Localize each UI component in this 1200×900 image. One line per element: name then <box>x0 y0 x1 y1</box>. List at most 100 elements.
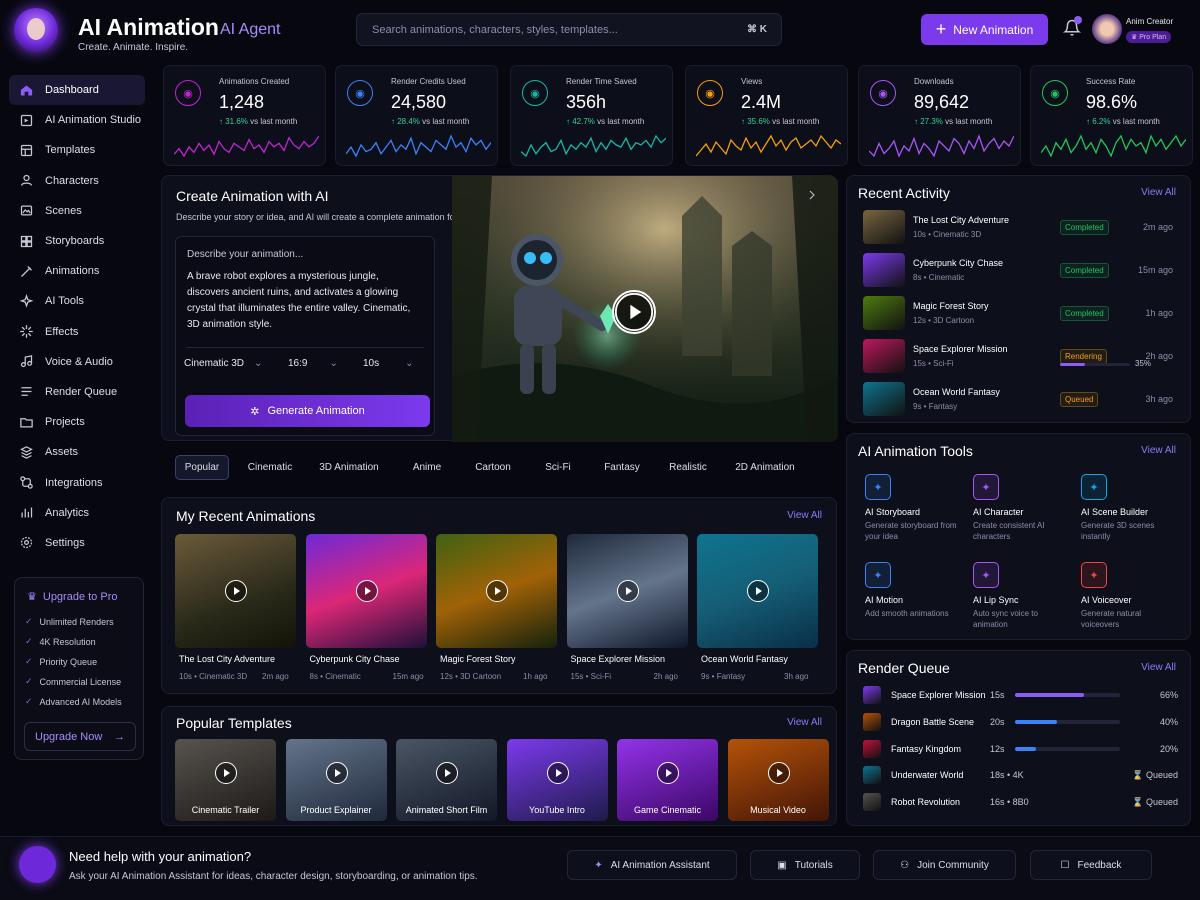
animation-title[interactable]: Magic Forest Story <box>440 654 516 664</box>
sidebar-item-assets[interactable]: Assets <box>9 437 145 467</box>
sidebar-item-ai-tools[interactable]: AI Tools <box>9 286 145 316</box>
tool-card[interactable]: ✦ AI Storyboard Generate storyboard from y… <box>865 474 965 554</box>
tool-card[interactable]: ✦ AI Lip Sync Auto sync voice to animation <box>973 562 1073 642</box>
animation-title[interactable]: Ocean World Fantasy <box>701 654 788 664</box>
activity-thumbnail[interactable] <box>863 339 905 373</box>
render-status-label: Queued <box>1145 770 1178 781</box>
activity-thumbnail[interactable] <box>863 382 905 416</box>
activity-time: 15m ago <box>1137 265 1173 275</box>
render-queue-row[interactable]: Space Explorer Mission 15s 66% <box>863 686 1178 704</box>
render-queue-row[interactable]: Dragon Battle Scene 20s 40% <box>863 712 1178 731</box>
render-queue-row[interactable]: Robot Revolution 16s • 8B0 ⌛ Queued <box>863 793 1178 812</box>
upgrade-now-button[interactable]: Upgrade Now → <box>24 722 136 751</box>
style-tab[interactable]: Cartoon <box>462 455 524 480</box>
sidebar-item-analytics[interactable]: Analytics <box>9 498 145 528</box>
join-community-button[interactable]: ⚇ Join Community <box>873 850 1016 880</box>
play-icon[interactable] <box>215 762 237 784</box>
view-all-link[interactable]: View All <box>787 510 822 521</box>
activity-thumbnail[interactable] <box>863 296 905 330</box>
generate-animation-button[interactable]: ✲ Generate Animation <box>185 395 430 427</box>
crown-icon: ♛ <box>27 591 37 603</box>
animation-time: 15m ago <box>392 672 424 681</box>
style-tab[interactable]: 2D Animation <box>726 455 804 480</box>
new-animation-button[interactable]: + New Animation <box>921 14 1048 45</box>
sidebar-item-projects[interactable]: Projects <box>9 407 145 437</box>
style-tab[interactable]: Popular <box>175 455 229 480</box>
play-icon[interactable] <box>436 762 458 784</box>
play-icon[interactable] <box>616 580 639 602</box>
render-queue-row[interactable]: Fantasy Kingdom 12s 20% <box>863 739 1178 758</box>
activity-title[interactable]: The Lost City Adventure <box>913 215 1009 225</box>
view-all-link[interactable]: View All <box>1141 187 1176 198</box>
view-all-link[interactable]: View All <box>1141 662 1176 673</box>
play-icon[interactable] <box>325 762 348 784</box>
render-queue-panel: Render Queue View All Space Explorer Mis… <box>846 650 1191 826</box>
tool-card[interactable]: ✦ AI Voiceover Generate natural voiceovers <box>1081 562 1181 642</box>
duration-select[interactable]: 10s ⌄ <box>363 358 414 369</box>
play-icon[interactable] <box>355 580 378 602</box>
style-tab[interactable]: Cinematic <box>236 455 304 480</box>
sidebar-item-integrations[interactable]: Integrations <box>9 467 145 497</box>
animation-title[interactable]: Space Explorer Mission <box>571 654 666 664</box>
render-progress-bar <box>1015 719 1120 724</box>
view-all-link[interactable]: View All <box>787 717 822 728</box>
sidebar: Dashboard AI Animation Studio Templates Cha… <box>9 75 145 558</box>
activity-title[interactable]: Ocean World Fantasy <box>913 387 1000 397</box>
style-tab[interactable]: Sci-Fi <box>530 455 586 480</box>
play-icon[interactable] <box>486 580 508 602</box>
sidebar-item-scenes[interactable]: Scenes <box>9 196 145 226</box>
sidebar-item-animations[interactable]: Animations <box>9 256 145 286</box>
status-badge: Completed <box>1060 263 1109 278</box>
play-icon[interactable] <box>747 580 769 602</box>
ai-assistant-button[interactable]: ✦ AI Animation Assistant <box>567 850 737 880</box>
activity-title[interactable]: Space Explorer Mission <box>913 344 1008 354</box>
activity-time: 1h ago <box>1145 308 1173 318</box>
activity-thumbnail[interactable] <box>863 253 905 287</box>
render-progress-bar <box>1015 693 1120 697</box>
play-icon[interactable] <box>657 762 679 784</box>
style-tab[interactable]: 3D Animation <box>312 455 386 480</box>
sidebar-item-settings[interactable]: Settings <box>9 528 145 558</box>
style-tab[interactable]: Realistic <box>658 455 718 480</box>
style-select[interactable]: Cinematic 3D ⌄ <box>184 358 262 369</box>
search-input[interactable]: Search animations, characters, styles, t… <box>356 13 782 46</box>
tool-card[interactable]: ✦ AI Scene Builder Generate 3D scenes inst… <box>1081 474 1181 554</box>
activity-thumbnail[interactable] <box>863 210 905 244</box>
sidebar-item-dashboard[interactable]: Dashboard <box>9 75 145 106</box>
render-length: 16s • 8B0 <box>990 797 1029 808</box>
play-icon[interactable] <box>612 290 656 334</box>
play-icon[interactable] <box>767 762 790 784</box>
play-icon[interactable] <box>546 762 569 784</box>
tutorials-button[interactable]: ▣ Tutorials <box>750 850 860 880</box>
activity-title[interactable]: Magic Forest Story <box>913 301 989 311</box>
play-icon[interactable] <box>225 580 247 602</box>
avatar[interactable] <box>1092 14 1122 44</box>
animation-title[interactable]: Cyberpunk City Chase <box>310 654 400 664</box>
tool-card[interactable]: ✦ AI Motion Add smooth animations <box>865 562 965 642</box>
style-tab[interactable]: Fantasy <box>592 455 652 480</box>
activity-title[interactable]: Cyberpunk City Chase <box>913 258 1003 268</box>
sidebar-item-voice-audio[interactable]: Voice & Audio <box>9 347 145 377</box>
duration-select-label: 10s <box>363 358 380 369</box>
style-tab[interactable]: Anime <box>398 455 456 480</box>
check-icon: ✓ <box>25 616 33 626</box>
prompt-input[interactable]: A brave robot explores a mysterious jung… <box>187 269 422 333</box>
status-badge: Queued <box>1060 392 1099 407</box>
chevron-right-icon[interactable] <box>807 190 817 200</box>
sidebar-item-ai-animation-studio[interactable]: AI Animation Studio <box>9 105 145 135</box>
render-queue-row[interactable]: Underwater World 18s • 4K ⌛ Queued <box>863 766 1178 785</box>
stat-trend: ↑ 28.4% vs last month <box>391 117 469 126</box>
stat-card: ◉ Animations Created 1,248 ↑ 31.6% vs last … <box>163 65 326 166</box>
sidebar-item-storyboards[interactable]: Storyboards <box>9 226 145 256</box>
sidebar-item-characters[interactable]: Characters <box>9 166 145 196</box>
tool-card[interactable]: ✦ AI Character Create consistent AI charac… <box>973 474 1073 554</box>
sidebar-item-render-queue[interactable]: Render Queue <box>9 377 145 407</box>
sidebar-item-effects[interactable]: Effects <box>9 317 145 347</box>
animation-title[interactable]: The Lost City Adventure <box>179 654 275 664</box>
ratio-select[interactable]: 16:9 ⌄ <box>288 358 338 369</box>
sidebar-item-templates[interactable]: Templates <box>9 135 145 165</box>
feedback-button[interactable]: ☐ Feedback <box>1030 850 1152 880</box>
eye-icon: ◉ <box>697 80 723 106</box>
tool-description: Add smooth animations <box>865 609 949 618</box>
view-all-link[interactable]: View All <box>1141 445 1176 456</box>
